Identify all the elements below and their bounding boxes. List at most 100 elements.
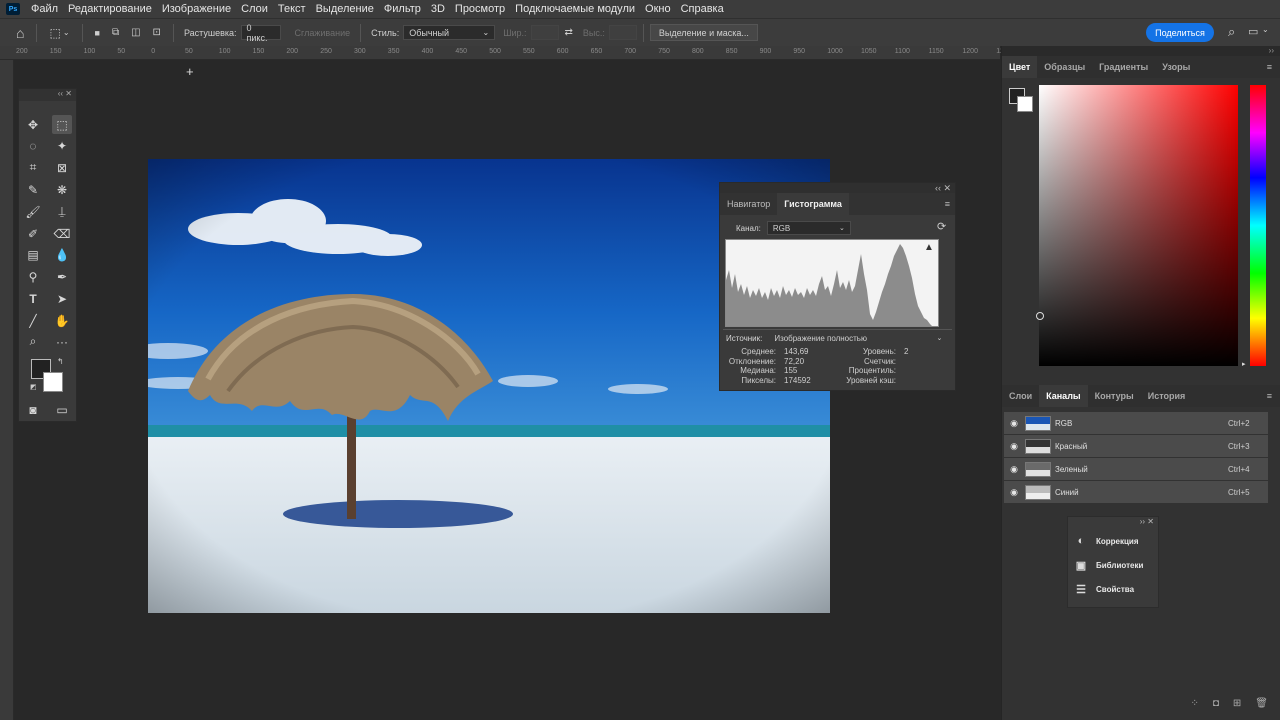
source-select[interactable]: Изображение полностью ⌄ (768, 331, 949, 345)
dodge-tool-icon[interactable]: ⚲ (23, 267, 43, 286)
tab-color[interactable]: Цвет (1002, 56, 1038, 78)
antialias-checkbox[interactable]: Сглаживание (295, 28, 351, 38)
rect-marquee-tool-icon[interactable]: ⬚ (52, 115, 72, 134)
search-icon[interactable]: ⌕ (1228, 24, 1235, 40)
menu-file[interactable]: Файл (26, 0, 63, 18)
tab-history[interactable]: История (1141, 385, 1193, 407)
eraser-tool-icon[interactable]: ⌫ (52, 224, 72, 243)
magic-wand-tool-icon[interactable]: ✦ (52, 136, 72, 155)
horizontal-ruler[interactable]: 200 150 100 50 0 50 100 150 200 250 300 350 400 450 50… (0, 46, 1012, 60)
color-bg-swatch[interactable] (1017, 96, 1033, 112)
menu-select[interactable]: Выделение (311, 0, 379, 18)
toolbar-collapse-handle[interactable]: ‹‹ ✕ (19, 89, 76, 101)
menu-view[interactable]: Просмотр (450, 0, 510, 18)
tab-navigator[interactable]: Навигатор (720, 193, 777, 215)
new-selection-icon[interactable]: ■ (95, 28, 100, 38)
pen-tool-icon[interactable]: ✒ (52, 267, 72, 286)
default-colors-icon[interactable]: ◩ (30, 383, 37, 391)
new-channel-icon[interactable]: ⊞ (1233, 698, 1241, 709)
menu-type[interactable]: Текст (273, 0, 311, 18)
tab-paths[interactable]: Контуры (1088, 385, 1141, 407)
tab-gradients[interactable]: Градиенты (1092, 56, 1155, 78)
lasso-tool-icon[interactable]: ◌ (23, 136, 43, 155)
swap-colors-icon[interactable]: ↰ (57, 357, 64, 366)
vertical-ruler[interactable] (0, 60, 14, 720)
spot-healing-tool-icon[interactable]: ❋ (52, 180, 72, 199)
brush-tool-icon[interactable]: 🖌 (23, 202, 43, 221)
color-picker-field[interactable] (1039, 85, 1238, 366)
panel-header[interactable]: ›› ✕ (1068, 517, 1158, 529)
menu-filter[interactable]: Фильтр (379, 0, 426, 18)
tab-layers[interactable]: Слои (1002, 385, 1039, 407)
chevron-down-icon[interactable]: ⌄ (63, 28, 70, 37)
menu-edit[interactable]: Редактирование (63, 0, 157, 18)
home-icon[interactable]: ⌂ (16, 25, 24, 41)
hue-slider-handle-icon[interactable]: ▸ (1242, 360, 1246, 368)
more-tools-icon[interactable]: ··· (52, 332, 72, 351)
move-tool-icon[interactable]: ✥ (23, 115, 43, 134)
save-selection-icon[interactable]: ◘ (1213, 698, 1219, 709)
workspace-icon[interactable]: ▭ (1248, 25, 1258, 38)
ruler-tick-label: 850 (725, 48, 738, 55)
color-picker-cursor[interactable] (1036, 312, 1044, 320)
intersect-selection-icon[interactable]: ⊡ (153, 27, 161, 38)
path-selection-tool-icon[interactable]: ➤ (52, 289, 72, 308)
menu-layers[interactable]: Слои (236, 0, 273, 18)
background-color-swatch[interactable] (43, 372, 63, 392)
menu-window[interactable]: Окно (640, 0, 676, 18)
adjustments-item[interactable]: ◐ Коррекция (1068, 529, 1158, 553)
menu-image[interactable]: Изображение (157, 0, 236, 18)
feather-input[interactable]: 0 пикс. (240, 23, 281, 43)
share-button[interactable]: Поделиться (1146, 23, 1214, 42)
gradient-tool-icon[interactable]: ▤ (23, 245, 43, 264)
panel-menu-icon[interactable]: ≡ (945, 193, 950, 215)
menu-plugins[interactable]: Подключаемые модули (510, 0, 640, 18)
eyedropper-tool-icon[interactable]: ✎ (23, 180, 43, 199)
subtract-selection-icon[interactable]: ◫ (131, 27, 140, 38)
screen-mode-icon[interactable]: ▭ (52, 400, 72, 419)
add-selection-icon[interactable]: ⧉ (112, 27, 119, 38)
channel-row-red[interactable]: ◉ Красный Ctrl+3 (1004, 435, 1268, 457)
width-input[interactable] (530, 25, 559, 40)
tab-patterns[interactable]: Узоры (1155, 56, 1197, 78)
swap-icon[interactable]: ⇄ (565, 27, 573, 38)
type-tool-icon[interactable]: T (23, 289, 43, 308)
style-select[interactable]: Обычный ⌄ (403, 25, 496, 40)
crop-tool-icon[interactable]: ⌗ (23, 158, 43, 177)
properties-item[interactable]: ☰ Свойства (1068, 577, 1158, 601)
marquee-tool-preset-icon[interactable]: ⬚ (49, 26, 60, 40)
menu-3d[interactable]: 3D (426, 0, 450, 18)
history-brush-tool-icon[interactable]: ✐ (23, 224, 43, 243)
panel-menu-icon[interactable]: ≡ (1267, 62, 1272, 72)
blur-tool-icon[interactable]: 💧 (52, 245, 72, 264)
zoom-tool-icon[interactable]: ⌕ (23, 332, 43, 351)
select-and-mask-button[interactable]: Выделение и маска... (649, 24, 758, 41)
libraries-item[interactable]: ▣ Библиотеки (1068, 553, 1158, 577)
eye-icon[interactable]: ◉ (1007, 464, 1021, 475)
load-selection-icon[interactable]: ⁘ (1190, 698, 1198, 709)
chevron-down-icon[interactable]: ⌄ (1262, 25, 1269, 34)
panel-menu-icon[interactable]: ≡ (1267, 391, 1272, 401)
quick-mask-icon[interactable]: ◙ (23, 400, 43, 419)
eye-icon[interactable]: ◉ (1007, 418, 1021, 429)
channel-row-rgb[interactable]: ◉ RGB Ctrl+2 (1004, 412, 1268, 434)
hand-tool-icon[interactable]: ✋ (52, 311, 72, 330)
hue-slider[interactable] (1250, 85, 1266, 366)
eye-icon[interactable]: ◉ (1007, 487, 1021, 498)
menu-help[interactable]: Справка (676, 0, 729, 18)
tab-swatches[interactable]: Образцы (1037, 56, 1092, 78)
eye-icon[interactable]: ◉ (1007, 441, 1021, 452)
clone-stamp-tool-icon[interactable]: ⍊ (52, 202, 72, 221)
tab-channels[interactable]: Каналы (1039, 385, 1088, 407)
frame-tool-icon[interactable]: ⊠ (52, 158, 72, 177)
line-tool-icon[interactable]: ╱ (23, 311, 43, 330)
channel-row-blue[interactable]: ◉ Синий Ctrl+5 (1004, 481, 1268, 503)
dock-collapse-handle[interactable]: ›› (1002, 46, 1280, 56)
height-input[interactable] (608, 25, 637, 40)
refresh-icon[interactable]: ⟳ (937, 220, 946, 233)
channel-row-green[interactable]: ◉ Зеленый Ctrl+4 (1004, 458, 1268, 480)
trash-icon[interactable]: 🗑 (1255, 698, 1268, 709)
panel-header[interactable]: ‹‹ ✕ (720, 183, 955, 193)
tab-histogram[interactable]: Гистограмма (777, 193, 849, 215)
channel-select[interactable]: RGB ⌄ (766, 221, 851, 235)
